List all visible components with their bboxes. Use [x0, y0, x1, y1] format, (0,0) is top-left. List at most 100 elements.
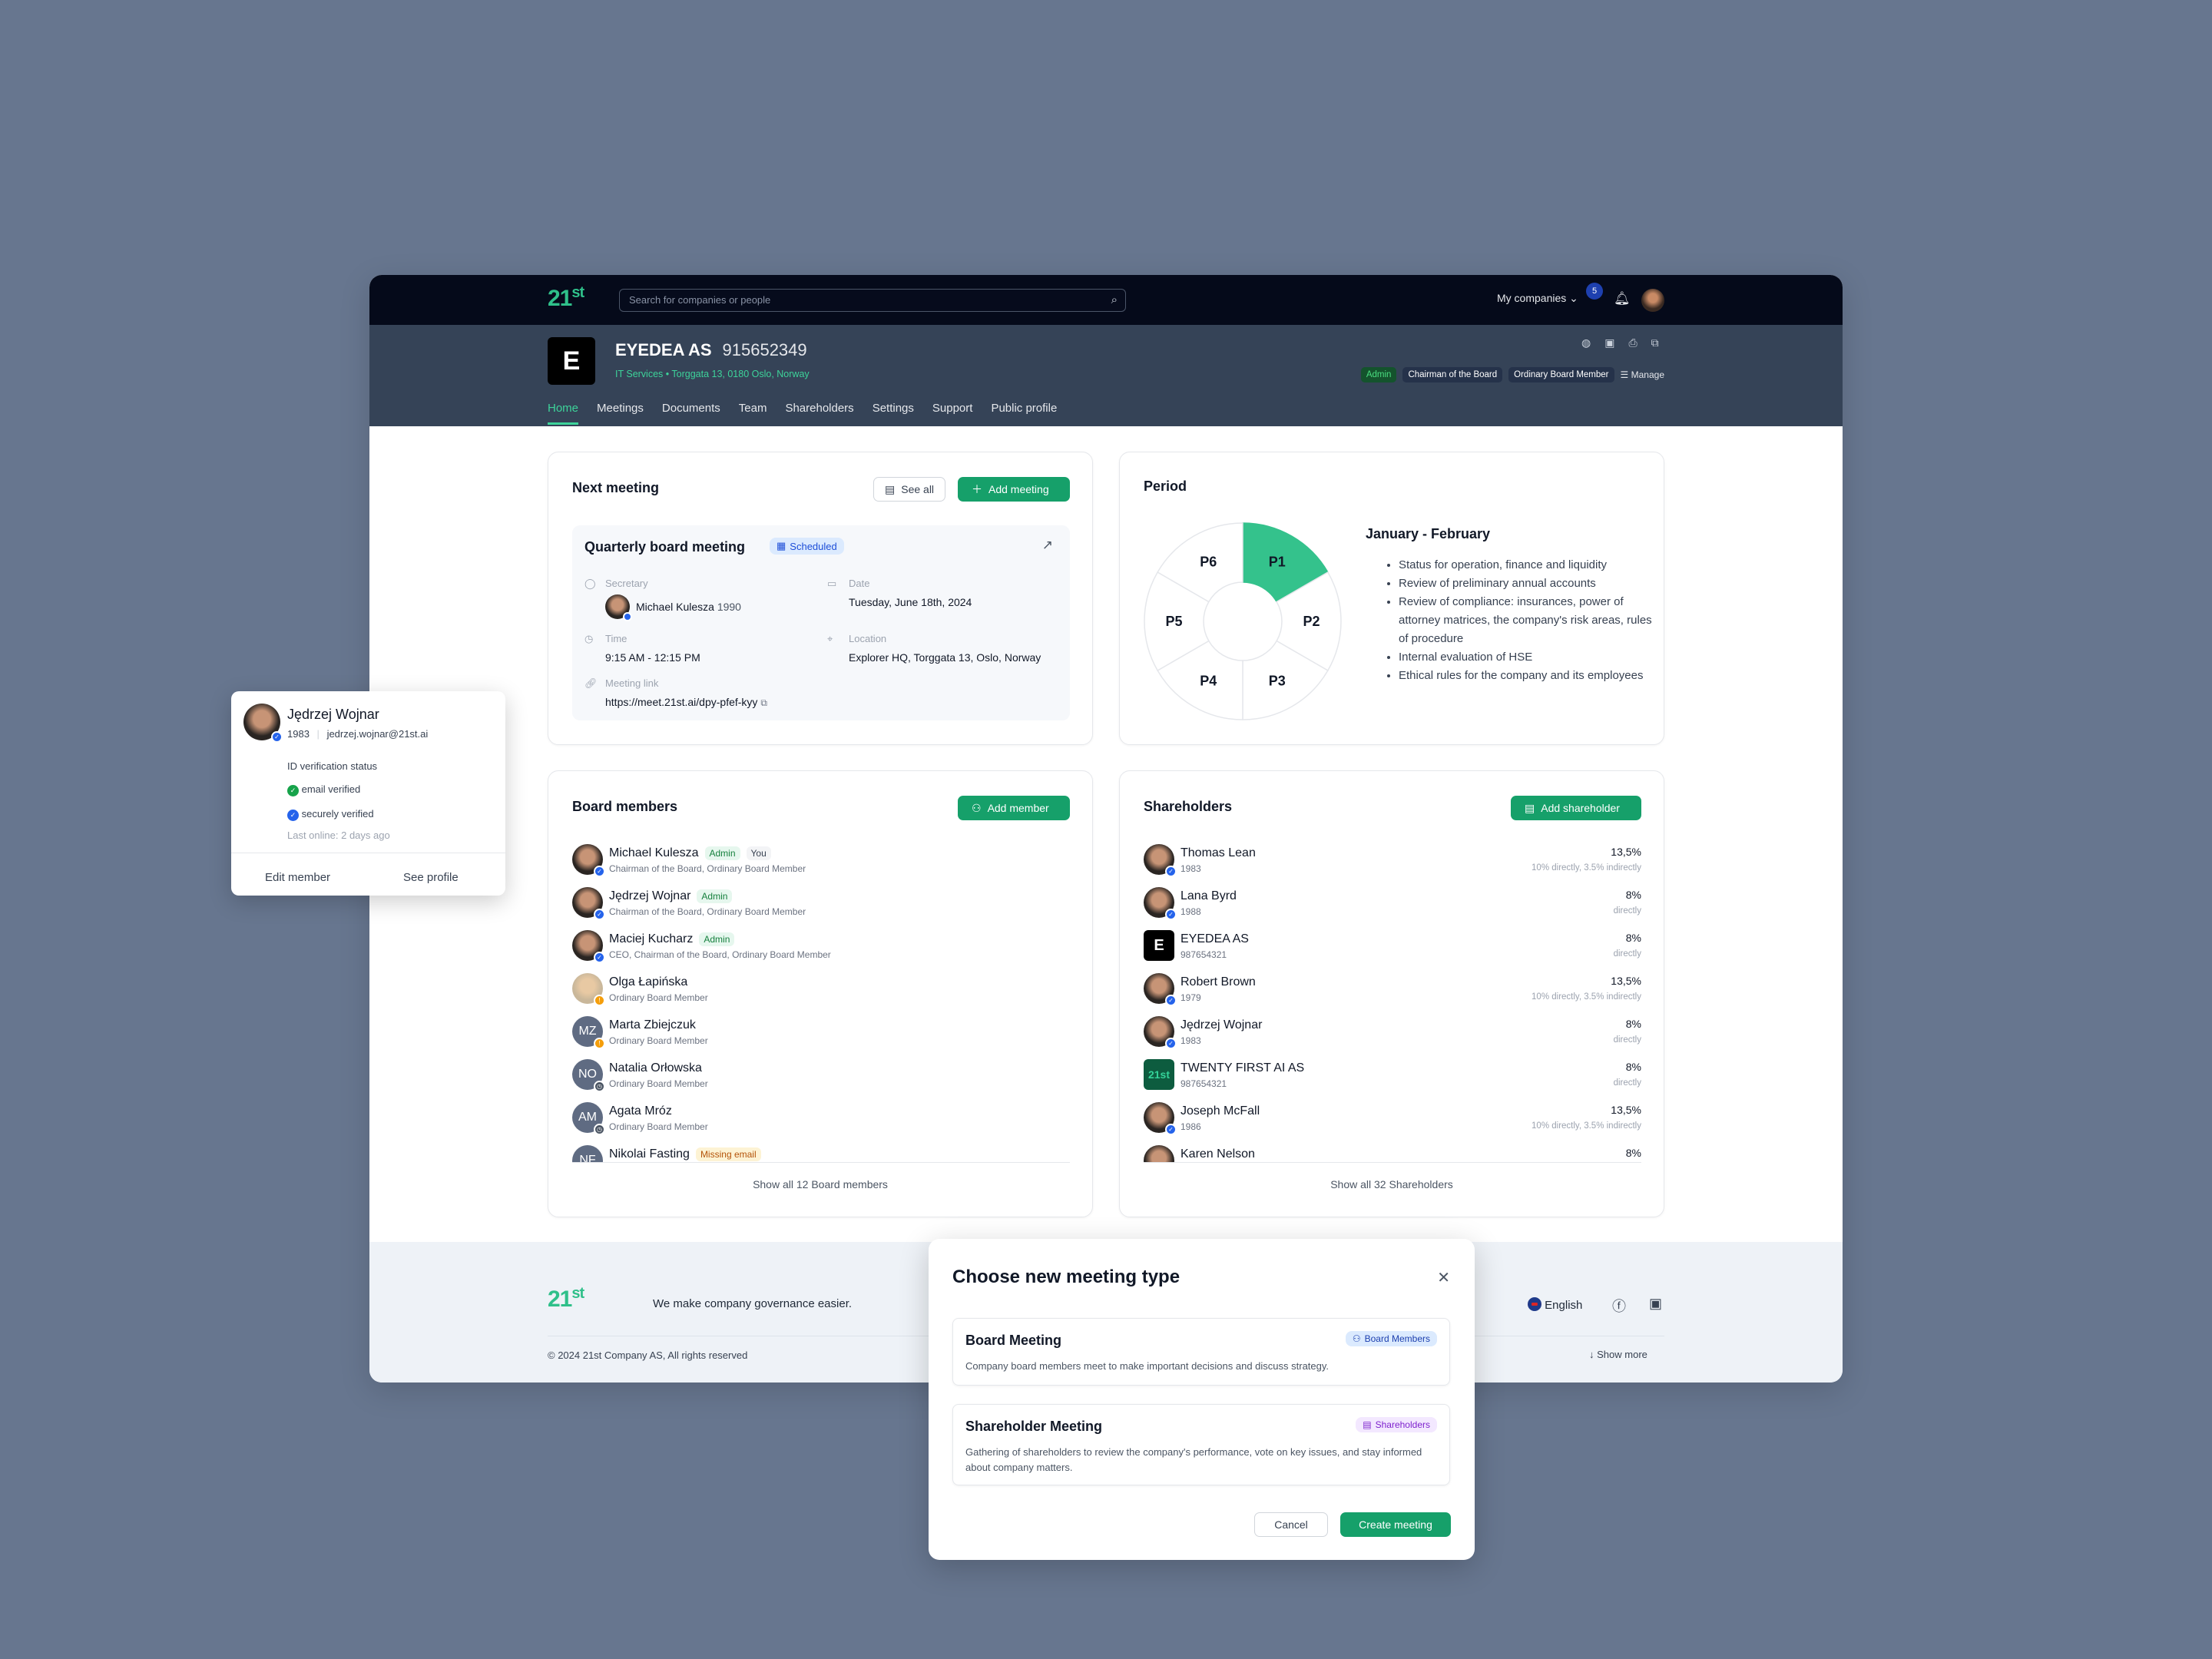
table-row[interactable]: ✓ Karen Nelson 8%: [1144, 1145, 1641, 1162]
ownership-percent: 8%: [1625, 889, 1641, 901]
table-row[interactable]: ✓ Michael Kulesza Admin You Chairman of the …: [572, 844, 1070, 887]
tag-label: Board Members: [1364, 1333, 1430, 1344]
table-row[interactable]: NO ◷ Natalia Orłowska Ordinary Board Member: [572, 1059, 1070, 1102]
table-row[interactable]: MZ! Marta Zbiejczuk Ordinary Board Member: [572, 1016, 1070, 1059]
table-row[interactable]: ✓ Jędrzej Wojnar 1983 8% directly: [1144, 1016, 1641, 1059]
agenda-item: Internal evaluation of HSE: [1399, 648, 1658, 667]
member-name: Maciej Kucharz Admin: [609, 932, 735, 946]
last-online: Last online: 2 days ago: [287, 830, 390, 841]
uk-flag-icon: [1528, 1297, 1541, 1311]
copy-icon[interactable]: ⧉: [1651, 336, 1659, 349]
avatar: ✓: [1144, 973, 1177, 1006]
avatar: NO ◷: [572, 1059, 605, 1092]
add-shareholder-button[interactable]: ▤ Add shareholder: [1511, 796, 1641, 820]
ownership-percent: 13,5%: [1611, 1104, 1641, 1116]
shareholder-list[interactable]: ✓ Thomas Lean 1983 13,5% 10% directly, 3.5% …: [1144, 844, 1641, 1163]
add-user-icon: ⚇: [972, 801, 982, 814]
verified-icon: ✓: [1165, 909, 1177, 920]
tab-support[interactable]: Support: [932, 402, 973, 425]
add-meeting-button[interactable]: ＋ Add meeting: [958, 477, 1070, 502]
search-icon[interactable]: ⌕: [1111, 293, 1118, 306]
plus-icon: ＋: [972, 483, 982, 495]
show-all-shareholders[interactable]: Show all 32 Shareholders: [1120, 1178, 1664, 1190]
external-link-icon[interactable]: ↗: [1042, 538, 1053, 553]
cancel-button[interactable]: Cancel: [1254, 1512, 1328, 1537]
close-icon[interactable]: ✕: [1437, 1268, 1450, 1287]
edit-member-button[interactable]: Edit member: [265, 871, 330, 884]
option-description: Company board members meet to make impor…: [965, 1360, 1330, 1372]
table-row[interactable]: AM ◷ Agata Mróz Ordinary Board Member: [572, 1102, 1070, 1145]
tab-shareholders[interactable]: Shareholders: [785, 402, 853, 425]
avatar: E: [1144, 930, 1174, 961]
ownership-percent: 13,5%: [1611, 846, 1641, 858]
agenda-item: Ethical rules for the company and its em…: [1399, 667, 1658, 685]
tab-documents[interactable]: Documents: [662, 402, 720, 425]
company-header: E EYEDEA AS 915652349 IT Services • Torgg…: [369, 325, 1843, 426]
show-all-board-members[interactable]: Show all 12 Board members: [548, 1178, 1092, 1190]
bell-icon[interactable]: 🔔︎: [1614, 291, 1631, 306]
meeting-link-text[interactable]: https://meet.21st.ai/dpy-pfef-kyy: [605, 696, 757, 708]
globe-icon[interactable]: ◍: [1581, 336, 1591, 349]
table-row[interactable]: ! Olga Łapińska Ordinary Board Member: [572, 973, 1070, 1016]
see-profile-button[interactable]: See profile: [403, 871, 459, 884]
calendar-icon: ▤: [885, 482, 896, 495]
show-more-button[interactable]: ↓ Show more: [1589, 1349, 1647, 1360]
table-row[interactable]: ✓ Joseph McFall 1986 13,5% 10% directly, 3.5…: [1144, 1102, 1641, 1145]
my-companies-dropdown[interactable]: My companies ⌄: [1497, 292, 1578, 305]
tab-bar: Home Meetings Documents Team Shareholders Set…: [548, 402, 1057, 425]
logo[interactable]: 21st: [548, 284, 584, 312]
create-meeting-button[interactable]: Create meeting: [1340, 1512, 1451, 1537]
facebook-icon[interactable]: ⓕ: [1612, 1296, 1626, 1316]
board-member-list[interactable]: ✓ Michael Kulesza Admin You Chairman of the …: [572, 844, 1070, 1163]
table-row[interactable]: E EYEDEA AS 987654321 8% directly: [1144, 930, 1641, 973]
linkedin-icon[interactable]: ▣: [1649, 1296, 1662, 1312]
table-row[interactable]: ✓ Robert Brown 1979 13,5% 10% directly, 3.5%…: [1144, 973, 1641, 1016]
table-row[interactable]: ✓ Lana Byrd 1988 8% directly: [1144, 887, 1641, 930]
ownership-detail: 10% directly, 3.5% indirectly: [1532, 863, 1641, 873]
linkedin-icon[interactable]: ▣: [1604, 336, 1614, 349]
board-meeting-option[interactable]: Board Meeting ⚇ Board Members Company boa…: [952, 1318, 1450, 1386]
table-row[interactable]: ✓ Jędrzej Wojnar Admin Chairman of the Boar…: [572, 887, 1070, 930]
search-input[interactable]: Search for companies or people ⌕: [619, 289, 1126, 312]
clock-icon: ◷: [584, 633, 594, 644]
check-label: securely verified: [301, 808, 374, 820]
ownership-percent: 8%: [1625, 932, 1641, 944]
table-row[interactable]: ✓ Thomas Lean 1983 13,5% 10% directly, 3.5% …: [1144, 844, 1641, 887]
pending-status-icon: !: [594, 995, 605, 1006]
modal-title: Choose new meeting type: [952, 1267, 1181, 1287]
user-avatar[interactable]: [1641, 289, 1664, 312]
verified-status-icon: ✓: [594, 952, 605, 963]
add-member-button[interactable]: ⚇ Add member: [958, 796, 1070, 820]
tab-team[interactable]: Team: [739, 402, 767, 425]
copy-icon[interactable]: ⧉: [760, 697, 767, 708]
avatar: ✓: [572, 887, 605, 920]
tab-settings[interactable]: Settings: [873, 402, 914, 425]
table-row[interactable]: NF Nikolai Fasting Missing email: [572, 1145, 1070, 1162]
location-icon: ⌖: [827, 633, 833, 644]
manage-button[interactable]: ☰ Manage: [1621, 369, 1664, 380]
table-row[interactable]: ✓ Maciej Kucharz Admin CEO, Chairman of the…: [572, 930, 1070, 973]
location-label: Location: [849, 633, 887, 644]
shareholder-name: Lana Byrd: [1181, 889, 1237, 902]
table-row[interactable]: 21st TWENTY FIRST AI AS 987654321 8% directl…: [1144, 1059, 1641, 1102]
print-icon[interactable]: ⎙: [1628, 336, 1637, 349]
org-number: 915652349: [722, 340, 807, 359]
sliders-icon: ☰: [1620, 369, 1629, 380]
member-name-text: Nikolai Fasting: [609, 1147, 690, 1161]
avatar: ✓: [1144, 887, 1177, 920]
meeting-title[interactable]: Quarterly board meeting: [584, 539, 745, 555]
shareholder-meeting-option[interactable]: Shareholder Meeting ▤ Shareholders Gather…: [952, 1404, 1450, 1485]
shareholder-sub: 987654321: [1181, 1078, 1227, 1089]
ownership-percent: 13,5%: [1611, 975, 1641, 987]
tab-home[interactable]: Home: [548, 402, 579, 425]
shareholder-name: Karen Nelson: [1181, 1147, 1255, 1161]
tab-public-profile[interactable]: Public profile: [991, 402, 1057, 425]
shareholder-sub: 1983: [1181, 863, 1201, 874]
ownership-percent: 8%: [1625, 1147, 1641, 1159]
tab-meetings[interactable]: Meetings: [597, 402, 644, 425]
avatar: ✓: [243, 704, 283, 743]
language-selector[interactable]: English: [1528, 1297, 1582, 1312]
member-meta: 1983 | jedrzej.wojnar@21st.ai: [287, 728, 429, 740]
see-all-button[interactable]: ▤ See all: [873, 477, 946, 502]
period-segment-label: P5: [1165, 614, 1182, 629]
